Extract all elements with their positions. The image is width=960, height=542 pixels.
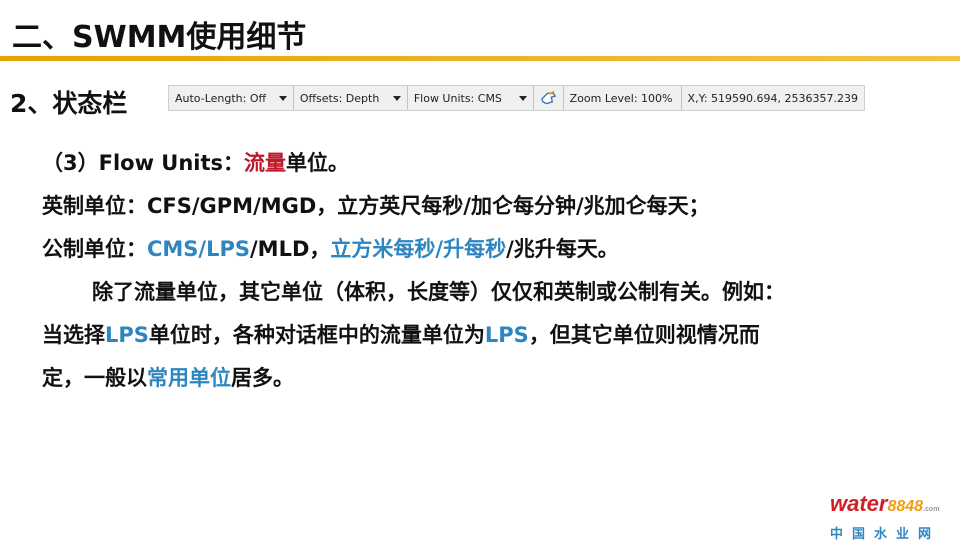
text-span: ，但其它单位则视情况而 xyxy=(528,323,760,347)
hand-pointer-icon xyxy=(540,90,556,105)
flow-units-dropdown[interactable]: Flow Units: CMS xyxy=(408,86,534,110)
watermark-logo: water8848.com 中国水业网 xyxy=(830,491,952,542)
highlight-blue: 立方米每秒/升每秒 xyxy=(330,237,507,261)
text-line-5: 当选择LPS单位时，各种对话框中的流量单位为LPS，但其它单位则视情况而 xyxy=(42,319,760,349)
chevron-down-icon xyxy=(278,95,287,101)
chevron-down-icon xyxy=(392,95,401,101)
section-heading: 2、状态栏 xyxy=(10,89,128,118)
offsets-dropdown[interactable]: Offsets: Depth xyxy=(294,86,408,110)
text-line-3: 公制单位：CMS/LPS/MLD，立方米每秒/升每秒/兆升每天。 xyxy=(42,233,619,263)
text-line-6: 定，一般以常用单位居多。 xyxy=(42,362,294,392)
auto-length-dropdown[interactable]: Auto-Length: Off xyxy=(169,86,294,110)
text-span: /MLD， xyxy=(250,237,331,261)
text-span: /兆升每天。 xyxy=(506,237,619,261)
offsets-label: Offsets: Depth xyxy=(299,91,380,105)
highlight-red: 流量 xyxy=(244,151,287,175)
chevron-down-icon xyxy=(518,95,527,101)
logo-domain: .com xyxy=(923,506,940,513)
text-span: 公制单位： xyxy=(42,237,147,261)
status-bar: Auto-Length: Off Offsets: Depth Flow Uni… xyxy=(168,85,865,111)
title-underline xyxy=(0,56,960,61)
flow-units-label: Flow Units: CMS xyxy=(413,91,502,105)
text-span: 定，一般以 xyxy=(42,366,147,390)
highlight-blue: 常用单位 xyxy=(147,366,231,390)
text-span: （3）Flow Units： xyxy=(42,151,245,175)
auto-length-label: Auto-Length: Off xyxy=(175,91,267,105)
logo-chinese-name: 中国水业网 xyxy=(830,527,941,542)
text-span: 单位时，各种对话框中的流量单位为 xyxy=(148,323,485,347)
zoom-level-label: Zoom Level: 100% xyxy=(569,91,673,105)
zoom-level-readout: Zoom Level: 100% xyxy=(564,86,682,110)
slide-title: 二、SWMM使用细节 xyxy=(12,20,307,55)
logo-word: water xyxy=(830,491,888,516)
text-line-1: （3）Flow Units：流量单位。 xyxy=(42,147,349,177)
highlight-blue: LPS xyxy=(484,323,529,347)
text-line-2: 英制单位：CFS/GPM/MGD，立方英尺每秒/加仑每分钟/兆加仑每天； xyxy=(42,194,710,218)
highlight-blue: CMS/LPS xyxy=(147,237,251,261)
text-span: 居多。 xyxy=(231,366,294,390)
text-span: 当选择 xyxy=(42,323,105,347)
text-line-4: 除了流量单位，其它单位（体积，长度等）仅仅和英制或公制有关。例如： xyxy=(92,280,785,304)
coordinates-readout: X,Y: 519590.694, 2536357.239 xyxy=(682,86,864,110)
coordinates-label: X,Y: 519590.694, 2536357.239 xyxy=(687,91,858,105)
text-span: 单位。 xyxy=(286,151,350,175)
highlight-blue: LPS xyxy=(105,323,149,347)
pan-tool-button[interactable] xyxy=(534,86,564,110)
logo-number: 8848 xyxy=(887,498,924,515)
